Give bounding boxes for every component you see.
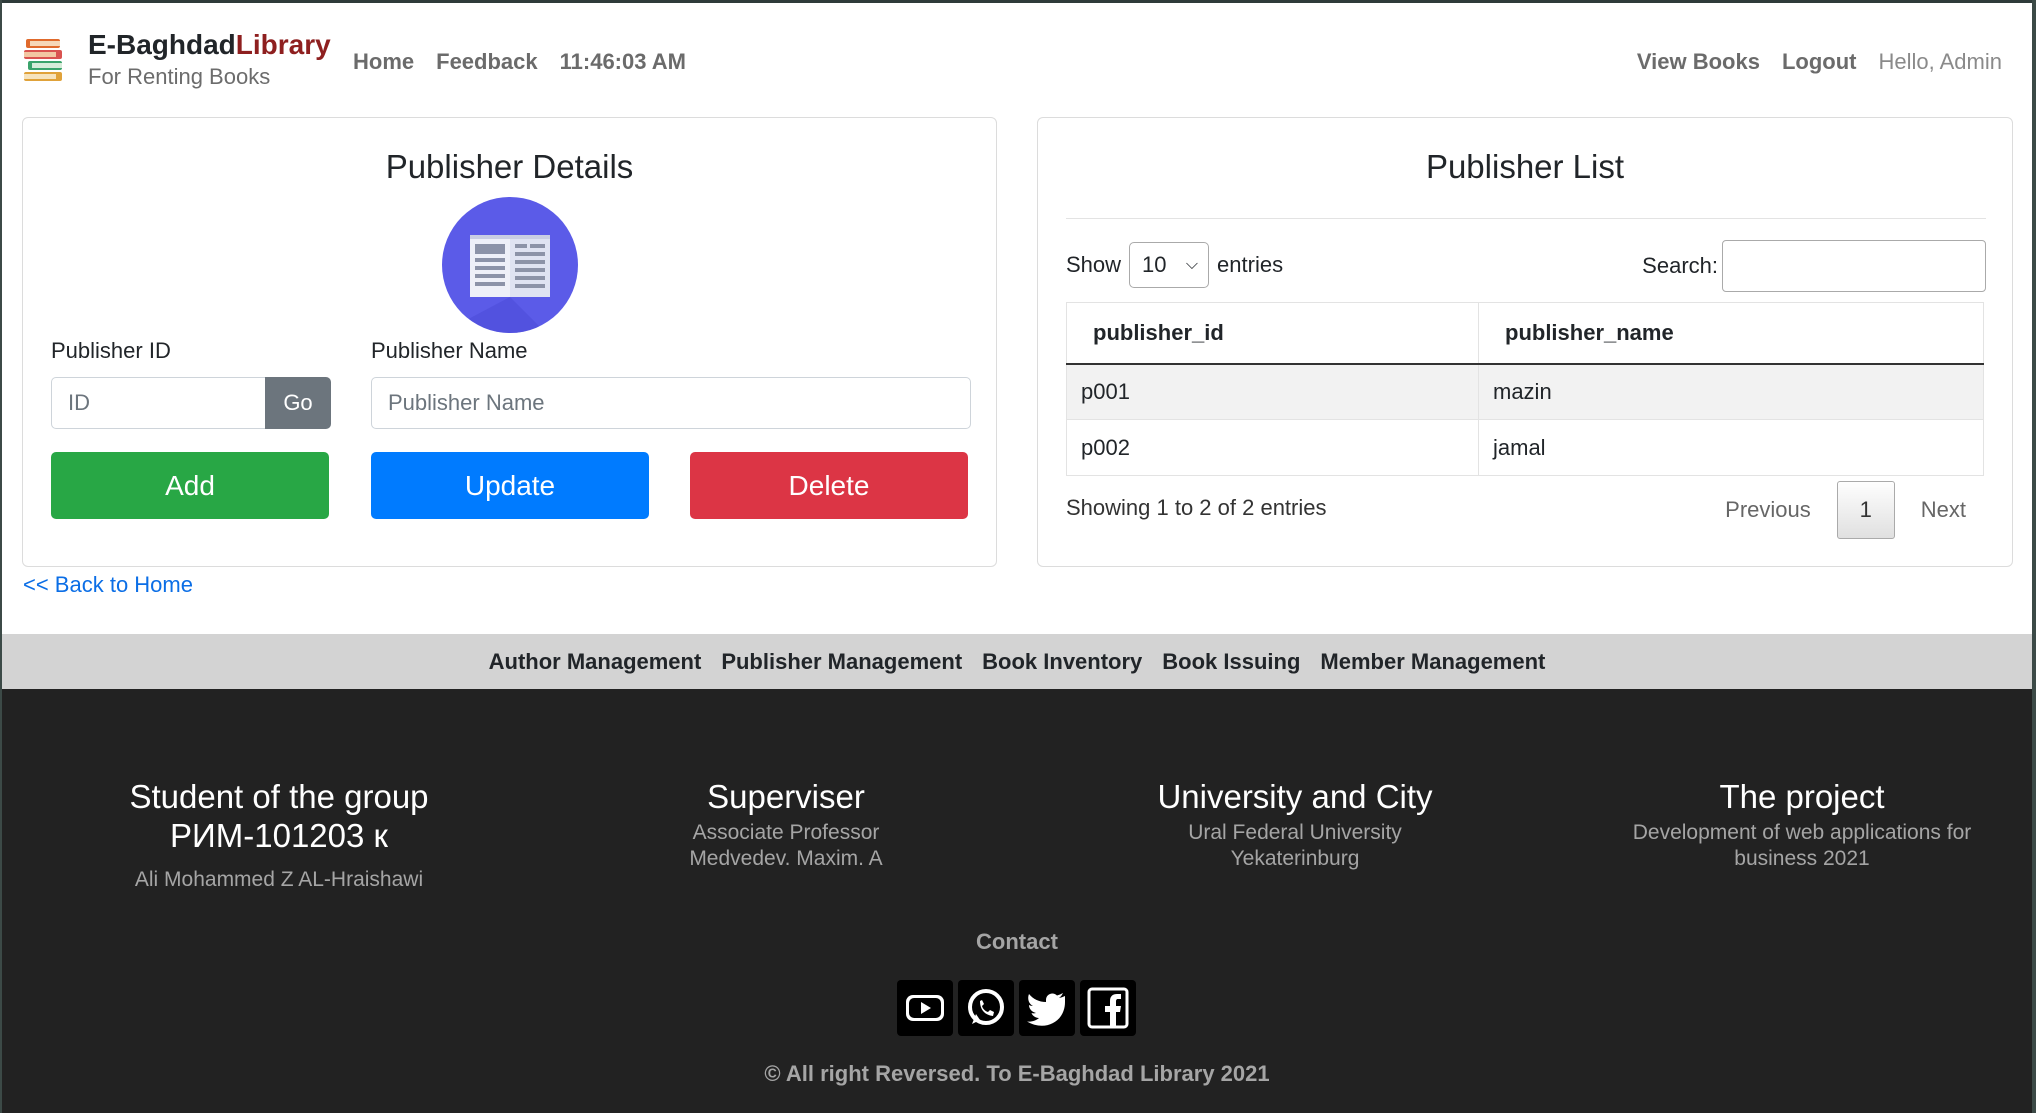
nav-view-books-link[interactable]: View Books <box>1637 47 1760 77</box>
footer-university: University and City Ural Federal Univers… <box>1065 777 1525 872</box>
footer-project: The project Development of web applicati… <box>1572 777 2032 872</box>
newspaper-icon <box>442 197 578 333</box>
table-row[interactable]: p001 mazin <box>1066 363 1984 420</box>
back-to-home-link[interactable]: << Back to Home <box>23 572 193 598</box>
brand-name: E-Baghdad <box>88 29 236 60</box>
delete-button[interactable]: Delete <box>690 452 968 519</box>
add-button[interactable]: Add <box>51 452 329 519</box>
publisher-id-label: Publisher ID <box>51 338 171 363</box>
clock: 11:46:03 AM <box>559 49 686 74</box>
footer-supervisor-name: Medvedev. Maxim. A <box>689 847 883 870</box>
facebook-icon[interactable] <box>1080 980 1136 1036</box>
search-input[interactable] <box>1722 240 1986 292</box>
footer-student-title-line2: РИМ-101203 к <box>170 817 388 854</box>
footer-project-line1: Development of web applications for <box>1632 821 1972 844</box>
window-frame-right <box>2032 0 2036 1113</box>
show-label: Show <box>1066 252 1122 277</box>
page-length-value: 10 <box>1142 252 1167 277</box>
column-header-publisher-id[interactable]: publisher_id <box>1066 302 1479 365</box>
footer-student-name: Ali Mohammed Z AL-Hraishawi <box>134 868 424 891</box>
cell-publisher-id: p001 <box>1066 363 1479 420</box>
brand[interactable]: E-BaghdadLibrary For Renting Books <box>88 27 331 91</box>
chevron-down-icon: ⌵ <box>1185 256 1199 273</box>
cell-publisher-id: p002 <box>1066 419 1479 476</box>
nav-feedback-link[interactable]: Feedback <box>436 47 538 77</box>
search-label: Search: <box>1642 253 1718 278</box>
nav-home-link[interactable]: Home <box>353 47 414 77</box>
footer-supervisor-title: Superviser <box>707 778 865 815</box>
books-icon[interactable] <box>22 35 68 83</box>
divider <box>1066 218 1986 219</box>
publisher-name-input[interactable]: Publisher Name <box>371 377 971 429</box>
navbar: E-BaghdadLibrary For Renting Books Home … <box>2 3 2032 113</box>
cell-publisher-name: mazin <box>1478 363 1984 420</box>
page-1-button[interactable]: 1 <box>1836 481 1895 539</box>
update-button[interactable]: Update <box>371 452 649 519</box>
footer: Student of the group РИМ-101203 к Ali Mo… <box>2 689 2032 1113</box>
publisher-id-input[interactable]: ID <box>51 377 269 429</box>
management-nav: Author Management Publisher Management B… <box>2 634 2032 689</box>
nav-book-issuing[interactable]: Book Issuing <box>1162 649 1300 675</box>
publisher-name-label: Publisher Name <box>371 338 528 363</box>
go-button[interactable]: Go <box>265 377 331 429</box>
whatsapp-icon[interactable] <box>958 980 1014 1036</box>
pagination: Previous 1 Next <box>1725 481 1966 539</box>
publisher-table: publisher_id publisher_name p001 mazin p… <box>1066 302 1984 476</box>
column-header-publisher-name[interactable]: publisher_name <box>1478 302 1984 365</box>
nav-author-management[interactable]: Author Management <box>489 649 702 675</box>
footer-project-line2: business 2021 <box>1734 847 1870 870</box>
brand-name-accent: Library <box>235 29 331 60</box>
table-header-row: publisher_id publisher_name <box>1066 302 1984 365</box>
publisher-details-card: Publisher Details Publisher ID Publisher… <box>22 117 997 567</box>
footer-supervisor: Superviser Associate Professor Medvedev.… <box>556 777 1016 872</box>
cell-publisher-name: jamal <box>1478 419 1984 476</box>
footer-university-name: Ural Federal University <box>1188 821 1402 844</box>
nav-member-management[interactable]: Member Management <box>1320 649 1545 675</box>
page-length-select[interactable]: 10 ⌵ <box>1129 242 1210 288</box>
twitter-icon[interactable] <box>1019 980 1075 1036</box>
entries-label: entries <box>1217 252 1284 277</box>
nav-right: View Books Logout Hello, Admin <box>1637 47 2002 77</box>
brand-tagline: For Renting Books <box>88 64 271 89</box>
next-page-button[interactable]: Next <box>1921 497 1966 523</box>
footer-student: Student of the group РИМ-101203 к Ali Mo… <box>49 777 509 893</box>
nav-book-inventory[interactable]: Book Inventory <box>982 649 1142 675</box>
page-length-control: Show 10 ⌵ entries <box>1066 242 1283 288</box>
previous-page-button[interactable]: Previous <box>1725 497 1811 523</box>
nav-left: Home Feedback 11:46:03 AM <box>353 47 686 77</box>
nav-logout-link[interactable]: Logout <box>1782 47 1857 77</box>
brand-title: E-BaghdadLibrary <box>88 27 331 63</box>
footer-university-city: Yekaterinburg <box>1230 847 1360 870</box>
table-search: Search: <box>1642 240 1986 292</box>
footer-student-title-line1: Student of the group <box>129 778 429 815</box>
table-info: Showing 1 to 2 of 2 entries <box>1066 495 1327 520</box>
user-greeting: Hello, Admin <box>1878 49 2002 74</box>
publisher-list-card: Publisher List Show 10 ⌵ entries Search:… <box>1037 117 2013 567</box>
social-links <box>897 980 1136 1036</box>
youtube-icon[interactable] <box>897 980 953 1036</box>
publisher-list-title: Publisher List <box>1425 148 1625 185</box>
table-row[interactable]: p002 jamal <box>1066 419 1984 476</box>
footer-university-title: University and City <box>1157 778 1433 815</box>
nav-publisher-management[interactable]: Publisher Management <box>721 649 962 675</box>
footer-project-title: The project <box>1719 778 1885 815</box>
copyright: © All right Reversed. To E-Baghdad Libra… <box>764 1061 1270 1086</box>
footer-supervisor-role: Associate Professor <box>692 821 880 844</box>
publisher-details-title: Publisher Details <box>385 148 634 185</box>
contact-heading: Contact <box>976 929 1058 954</box>
